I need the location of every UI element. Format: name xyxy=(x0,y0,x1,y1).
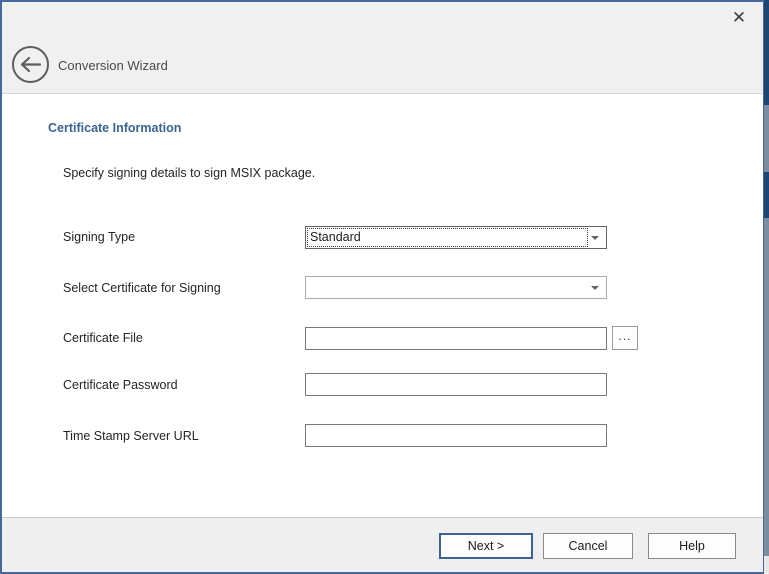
page-heading: Certificate Information xyxy=(48,121,181,135)
signing-type-value: Standard xyxy=(310,230,361,244)
select-certificate-combobox[interactable] xyxy=(305,276,607,299)
timestamp-url-input[interactable] xyxy=(305,424,607,447)
browse-button[interactable]: ... xyxy=(612,326,638,350)
label-certificate-password: Certificate Password xyxy=(63,378,178,392)
label-select-certificate: Select Certificate for Signing xyxy=(63,281,221,295)
chevron-down-icon xyxy=(591,236,599,240)
certificate-file-input[interactable] xyxy=(305,327,607,350)
label-timestamp-url: Time Stamp Server URL xyxy=(63,429,199,443)
chevron-down-icon xyxy=(591,286,599,290)
wizard-title: Conversion Wizard xyxy=(58,58,168,73)
back-button[interactable] xyxy=(12,46,49,83)
wizard-header xyxy=(2,2,763,94)
next-button[interactable]: Next > xyxy=(439,533,533,559)
label-certificate-file: Certificate File xyxy=(63,331,143,345)
label-signing-type: Signing Type xyxy=(63,230,135,244)
back-arrow-icon xyxy=(19,56,42,73)
background-app-edge-bottom xyxy=(764,556,769,574)
background-scrollbar-thumb xyxy=(764,172,769,218)
background-app-edge-top xyxy=(764,0,769,105)
page-description: Specify signing details to sign MSIX pac… xyxy=(63,166,315,180)
cancel-button[interactable]: Cancel xyxy=(543,533,633,559)
signing-type-combobox[interactable]: Standard xyxy=(305,226,607,249)
help-button[interactable]: Help xyxy=(648,533,736,559)
certificate-password-input[interactable] xyxy=(305,373,607,396)
close-icon[interactable]: ✕ xyxy=(724,4,754,32)
background-app-edge xyxy=(764,0,769,574)
